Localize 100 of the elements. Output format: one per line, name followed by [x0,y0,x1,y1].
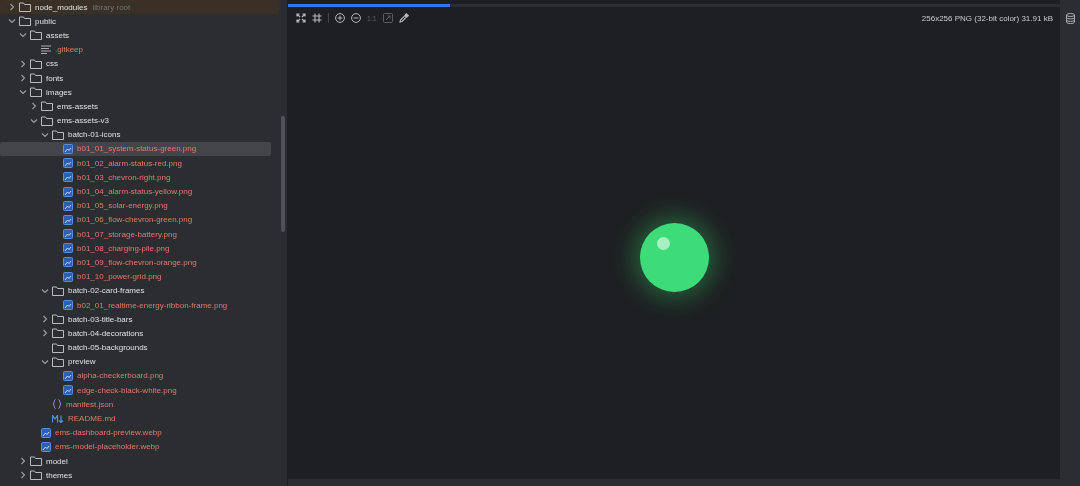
image-file-icon [63,229,73,240]
image-file-icon [63,158,73,169]
expand-arrows-icon[interactable] [296,13,306,23]
item-label: ems-assets-v3 [57,116,109,126]
zoom-out-icon[interactable] [351,13,361,23]
markdown-icon [52,414,64,423]
item-label: alpha-checkerboard.png [77,371,164,381]
tree-item[interactable]: b01_03_chevron-right.png [0,170,271,185]
text-file-icon [41,45,51,55]
image-file-icon [63,143,73,154]
folder-icon [52,356,64,367]
folder-icon [30,456,42,467]
tree-item[interactable]: b01_09_flow-chevron-orange.png [0,255,271,270]
item-label: b01_05_solar-energy.png [77,201,168,211]
image-file-icon [63,385,73,396]
tree-item[interactable]: public [0,14,271,29]
item-label: edge-check-black-white.png [77,385,177,395]
item-label: b01_04_alarm-status-yellow.png [77,187,193,197]
tree-item[interactable]: alpha-checkerboard.png [0,368,271,384]
item-label: model [46,456,68,466]
tree-item[interactable]: batch-01-icons [0,127,271,142]
tree-item[interactable]: README.md [0,411,271,426]
tree-item[interactable]: node_modules library root [0,0,279,15]
item-label: ems-dashboard-preview.webp [55,428,162,438]
tree-item[interactable]: b01_08_charging-pile.png [0,241,271,256]
image-file-icon [63,300,73,311]
item-label: css [46,59,58,69]
item-label: b01_08_charging-pile.png [77,243,170,253]
tree-item[interactable]: b01_07_storage-battery.png [0,227,271,242]
item-label: public [35,16,56,26]
item-label: batch-04-decorations [68,328,144,338]
tree-item[interactable]: themes [0,468,271,483]
tree-item[interactable]: edge-check-black-white.png [0,383,271,398]
item-label: ems-model-placeholder.webp [55,442,160,452]
item-label: assets [46,30,70,40]
folder-icon [52,285,64,296]
folder-icon [52,314,64,325]
chevron-icon[interactable] [40,357,49,366]
folder-icon [41,115,53,126]
scrollbar-thumb[interactable] [281,116,285,232]
item-label: b01_01_system-status-green.png [77,144,197,154]
tree-item[interactable]: batch-03-title-bars [0,312,271,327]
folder-icon [30,470,42,481]
folder-icon [52,328,64,339]
tree-item[interactable]: b02_01_realtime-energy-ribbon-frame.png [0,297,271,313]
braces-icon [52,399,62,410]
image-info: 256x256 PNG (32-bit color) 31.91 kB [921,13,1053,23]
folder-icon [30,30,42,41]
tree-item[interactable]: b01_10_power-grid.png [0,269,271,284]
image-file-icon [41,427,51,438]
folder-icon [19,2,31,13]
tree-item[interactable]: ems-dashboard-preview.webp [0,425,271,440]
folder-icon [41,101,53,112]
image-file-icon [63,200,73,211]
zoom-in-icon[interactable] [335,13,345,23]
item-label: .gitkeep [55,45,84,55]
item-label: b01_02_alarm-status-red.png [77,158,182,168]
item-label: README.md [68,414,116,424]
tree-item[interactable]: .gitkeep [0,42,271,57]
tree-item[interactable]: model [0,454,271,469]
item-label: b02_01_realtime-energy-ribbon-frame.png [77,300,228,310]
tree-item[interactable]: ems-model-placeholder.webp [0,439,271,454]
item-hint: library root [92,2,131,12]
tree-item[interactable]: b01_01_system-status-green.png [0,141,271,157]
folder-icon [52,342,64,353]
image-file-icon [63,172,73,183]
folder-icon [30,87,42,98]
tree-item[interactable]: images [0,85,271,100]
tree-item[interactable]: ems-assets-v3 [0,113,271,128]
tree-item[interactable]: fonts [0,70,271,86]
item-label: b01_09_flow-chevron-orange.png [77,257,197,267]
tree-item[interactable]: preview [0,354,271,369]
item-label: manifest.json [66,399,114,409]
item-label: node_modules [35,2,88,12]
eyedropper-icon[interactable] [398,13,409,23]
image-file-icon [63,370,73,381]
folder-icon [30,73,42,84]
database-icon[interactable] [1065,13,1075,24]
tree-item[interactable]: batch-04-decorations [0,326,271,341]
image-file-icon [63,257,73,268]
folder-icon [19,16,31,27]
tree-item[interactable]: batch-05-backgrounds [0,340,271,355]
item-label: batch-03-title-bars [68,314,133,324]
folder-icon [52,129,64,140]
tree-item[interactable]: b01_06_flow-chevron-green.png [0,212,271,227]
tree-item[interactable]: b01_04_alarm-status-yellow.png [0,184,271,199]
tree-item[interactable]: b01_05_solar-energy.png [0,198,271,213]
glowing-ball-image [639,222,709,292]
item-label: preview [68,357,96,367]
chevron-icon[interactable] [40,286,49,295]
item-label: b01_03_chevron-right.png [77,172,171,182]
tree-item[interactable]: b01_02_alarm-status-red.png [0,156,271,171]
tree-item[interactable]: css [0,56,271,71]
tree-item[interactable]: manifest.json [0,397,271,412]
grid-icon[interactable] [312,13,322,23]
tree-item[interactable]: ems-assets [0,99,271,114]
image-file-icon [63,243,73,254]
tree-item[interactable]: batch-02-card-frames [0,283,271,298]
item-label: batch-01-icons [68,130,121,140]
tree-item[interactable]: assets [0,28,271,43]
